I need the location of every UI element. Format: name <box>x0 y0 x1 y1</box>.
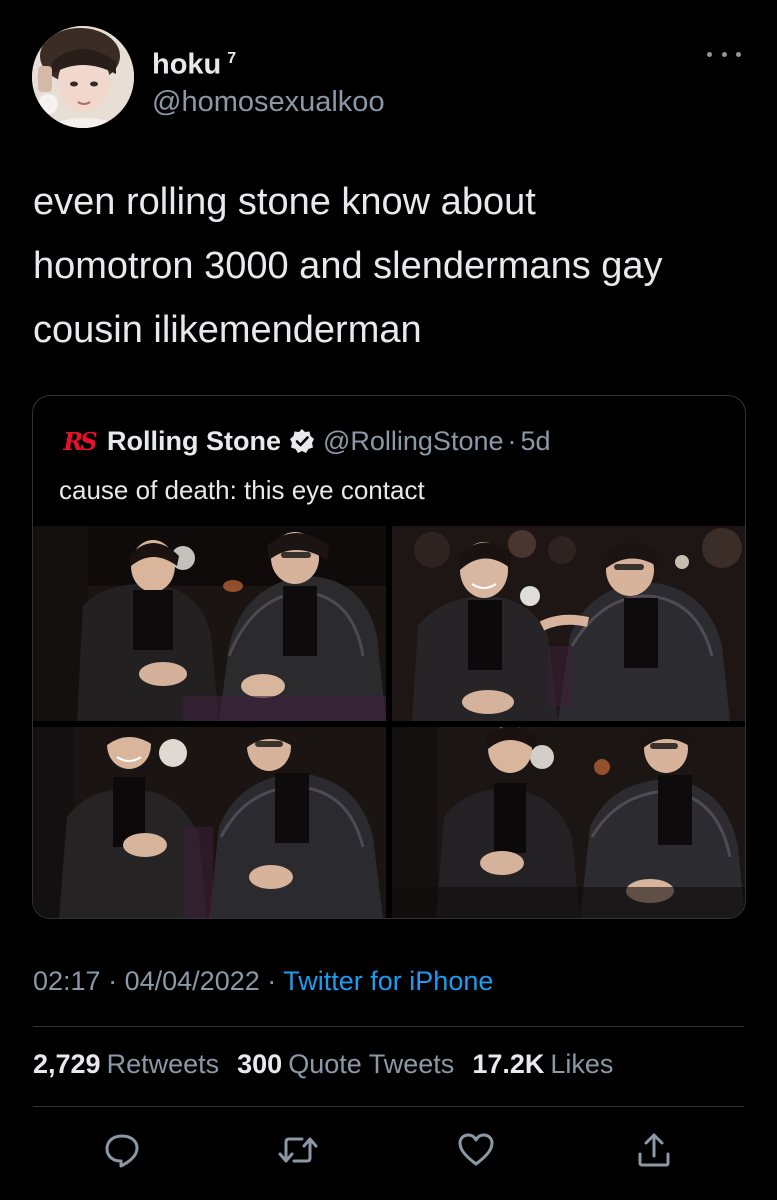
display-name[interactable]: hoku 7 <box>152 42 385 82</box>
action-bar <box>0 1126 777 1174</box>
retweets-stat[interactable]: 2,729 Retweets <box>33 1049 219 1080</box>
avatar-image <box>32 26 134 128</box>
divider <box>33 1026 744 1027</box>
display-name-suffix: 7 <box>227 50 237 67</box>
quoted-separator: · <box>507 425 517 456</box>
tweet-stats: 2,729 Retweets 300 Quote Tweets 17.2K Likes <box>33 1049 613 1080</box>
tweet-source-link[interactable]: Twitter for iPhone <box>283 966 493 996</box>
quote-tweets-stat[interactable]: 300 Quote Tweets <box>237 1049 454 1080</box>
avatar[interactable] <box>32 26 134 128</box>
share-icon[interactable] <box>630 1126 678 1174</box>
likes-label: Likes <box>550 1049 614 1079</box>
heart-icon[interactable] <box>452 1126 500 1174</box>
meta-separator: · <box>108 966 118 996</box>
media-grid <box>33 526 745 918</box>
more-icon[interactable] <box>707 44 741 64</box>
display-name-text: hoku <box>152 48 222 81</box>
likes-count: 17.2K <box>472 1049 545 1079</box>
quote-tweets-label: Quote Tweets <box>288 1049 455 1079</box>
likes-stat[interactable]: 17.2K Likes <box>472 1049 613 1080</box>
quoted-tweet-card[interactable]: RS Rolling Stone @RollingStone · 5d caus… <box>32 395 746 919</box>
media-photo[interactable] <box>33 727 386 918</box>
media-photo[interactable] <box>392 727 745 918</box>
retweet-icon[interactable] <box>274 1126 322 1174</box>
quoted-tweet-text: cause of death: this eye contact <box>59 475 425 505</box>
meta-separator: · <box>267 966 277 996</box>
media-photo[interactable] <box>392 526 745 721</box>
more-dot <box>736 51 741 57</box>
tweet-time[interactable]: 02:17 <box>33 966 101 996</box>
retweets-label: Retweets <box>106 1049 220 1079</box>
retweets-count: 2,729 <box>33 1049 101 1079</box>
more-dot <box>721 51 727 57</box>
divider <box>33 1106 744 1107</box>
tweet: hoku 7 @homosexualkoo even rolling stone … <box>0 0 777 1200</box>
tweet-meta: 02:17 · 04/04/2022 · Twitter for iPhone <box>33 966 493 997</box>
tweet-date[interactable]: 04/04/2022 <box>125 966 260 996</box>
rolling-stone-logo-icon: RS <box>63 426 97 456</box>
reply-icon[interactable] <box>98 1126 146 1174</box>
author-block[interactable]: hoku 7 @homosexualkoo <box>152 42 385 120</box>
verified-badge-icon <box>289 428 315 454</box>
tweet-text: even rolling stone know about homotron 3… <box>33 181 663 351</box>
quoted-display-name: Rolling Stone <box>107 425 281 456</box>
quote-tweets-count: 300 <box>237 1049 283 1079</box>
media-photo[interactable] <box>33 526 386 721</box>
quoted-tweet-header: RS Rolling Stone @RollingStone · 5d <box>59 424 551 458</box>
more-dot <box>707 51 712 57</box>
quoted-handle: @RollingStone <box>322 425 504 456</box>
quoted-timestamp: 5d <box>520 425 551 456</box>
user-handle[interactable]: @homosexualkoo <box>152 84 385 120</box>
